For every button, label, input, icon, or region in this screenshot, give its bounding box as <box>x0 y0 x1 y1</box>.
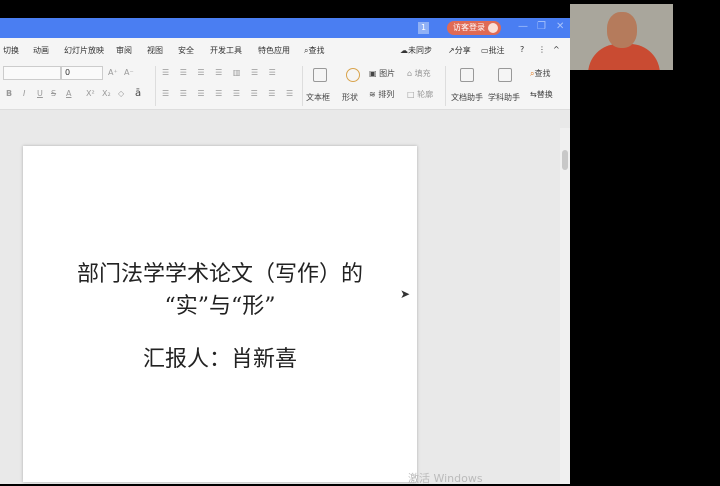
font-shrink-button[interactable]: A⁻ <box>124 68 134 77</box>
ribbon-toolbar: 0 A⁺ A⁻ B I U S A X² X₂ ◇ ā ☰ ☰ ☰ ☰ ▥ ☰ … <box>0 62 570 110</box>
replace-icon: ⇆ <box>530 90 537 99</box>
outline-label: 轮廓 <box>417 90 434 99</box>
share-button[interactable]: ↗分享 <box>448 45 471 56</box>
collapse-ribbon-button[interactable]: ^ <box>553 45 560 54</box>
text-effect-button[interactable]: ā <box>135 88 141 99</box>
menu-slideshow[interactable]: 幻灯片放映 <box>64 45 104 56</box>
doc-assistant-button[interactable]: 文档助手 <box>451 92 483 103</box>
minimize-button[interactable]: — <box>518 21 528 32</box>
font-color-button[interactable]: A <box>66 89 71 98</box>
slide-title-line1[interactable]: 部门法学学术论文（写作）的 <box>23 256 417 288</box>
guest-login-label: 访客登录 <box>453 23 485 32</box>
share-label: 分享 <box>454 46 471 55</box>
mouse-cursor-icon: ➤ <box>400 287 411 301</box>
picture-label: 图片 <box>379 69 396 78</box>
menu-bar: 切换 动画 幻灯片放映 审阅 视图 安全 开发工具 特色应用 ⌕查找 ☁未同步 … <box>0 38 570 62</box>
picture-icon: ▣ <box>369 69 380 78</box>
doc-assistant-icon <box>460 68 474 82</box>
menu-review[interactable]: 审阅 <box>116 45 132 56</box>
bold-button[interactable]: B <box>6 89 12 98</box>
guest-login-button[interactable]: 访客登录 <box>447 21 501 35</box>
subject-assistant-button[interactable]: 学科助手 <box>488 92 520 103</box>
divider <box>445 66 446 106</box>
webcam-overlay <box>570 4 673 70</box>
font-grow-button[interactable]: A⁺ <box>108 68 118 77</box>
close-button[interactable]: ✕ <box>556 21 564 32</box>
shape-icon <box>346 68 360 82</box>
comment-icon: ▭ <box>481 46 489 55</box>
slide-editing-area: 部门法学学术论文（写作）的 “实”与“形” 汇报人：肖新喜 <box>0 128 560 484</box>
presenter-head <box>607 12 637 48</box>
font-name-select[interactable] <box>3 66 61 80</box>
slide-canvas[interactable]: 部门法学学术论文（写作）的 “实”与“形” 汇报人：肖新喜 <box>23 146 417 482</box>
divider <box>155 66 156 106</box>
fill-icon: ⌂ <box>407 69 415 78</box>
arrange-label: 排列 <box>378 90 395 99</box>
underline-button[interactable]: U <box>37 89 43 98</box>
share-icon: ↗ <box>448 46 455 55</box>
restore-button[interactable]: ❐ <box>537 21 546 32</box>
menu-find[interactable]: ⌕查找 <box>304 45 324 56</box>
menu-transition[interactable]: 切换 <box>3 45 19 56</box>
outline-icon: □ <box>407 90 418 99</box>
arrange-icon: ≋ <box>369 90 379 99</box>
font-size-select[interactable]: 0 <box>61 66 103 80</box>
vertical-scrollbar[interactable] <box>560 128 570 484</box>
outline-button[interactable]: □ 轮廓 <box>407 89 433 100</box>
replace-button[interactable]: ⇆替换 <box>530 89 553 100</box>
clear-format-button[interactable]: ◇ <box>118 89 124 98</box>
subscript-button[interactable]: X₂ <box>102 89 111 98</box>
sync-status[interactable]: ☁未同步 <box>400 45 432 56</box>
textbox-button[interactable]: 文本框 <box>306 92 330 103</box>
help-button[interactable]: ? <box>520 45 524 54</box>
replace-label: 替换 <box>536 90 553 99</box>
menu-security[interactable]: 安全 <box>178 45 194 56</box>
divider <box>302 66 303 106</box>
scrollbar-thumb[interactable] <box>562 150 568 170</box>
paragraph-align-buttons[interactable]: ☰ ☰ ☰ ☰ ☰ ☰ ☰ ☰ <box>162 89 297 98</box>
arrange-button[interactable]: ≋ 排列 <box>369 89 394 100</box>
paragraph-list-buttons[interactable]: ☰ ☰ ☰ ☰ ▥ ☰ ☰ <box>162 68 280 77</box>
fill-label: 填充 <box>414 69 431 78</box>
strikethrough-button[interactable]: S <box>51 89 56 98</box>
wps-presentation-window: 1 访客登录 — ❐ ✕ 切换 动画 幻灯片放映 审阅 视图 安全 开发工具 特… <box>0 18 570 484</box>
sync-label: 未同步 <box>408 46 432 55</box>
italic-button[interactable]: I <box>23 89 25 98</box>
menu-find-label: 查找 <box>308 46 325 55</box>
menu-view[interactable]: 视图 <box>147 45 163 56</box>
more-button[interactable]: ⋮ <box>538 45 546 54</box>
subject-assistant-icon <box>498 68 512 82</box>
notification-badge[interactable]: 1 <box>418 22 429 34</box>
fill-button[interactable]: ⌂ 填充 <box>407 68 431 79</box>
title-bar: 1 访客登录 — ❐ ✕ <box>0 18 570 38</box>
find-button[interactable]: ⌕查找 <box>530 68 550 79</box>
find-label: 查找 <box>534 69 551 78</box>
shape-button[interactable]: 形状 <box>342 92 358 103</box>
superscript-button[interactable]: X² <box>86 89 95 98</box>
menu-animation[interactable]: 动画 <box>33 45 49 56</box>
slide-title-line2[interactable]: “实”与“形” <box>23 288 417 320</box>
slide-presenter[interactable]: 汇报人：肖新喜 <box>23 341 417 373</box>
picture-button[interactable]: ▣ 图片 <box>369 68 395 79</box>
textbox-icon <box>313 68 327 82</box>
avatar-icon <box>488 23 498 33</box>
menu-developer[interactable]: 开发工具 <box>210 45 242 56</box>
cloud-icon: ☁ <box>400 46 408 55</box>
menu-special[interactable]: 特色应用 <box>258 45 290 56</box>
comment-button[interactable]: ▭批注 <box>481 45 505 56</box>
comment-label: 批注 <box>488 46 505 55</box>
